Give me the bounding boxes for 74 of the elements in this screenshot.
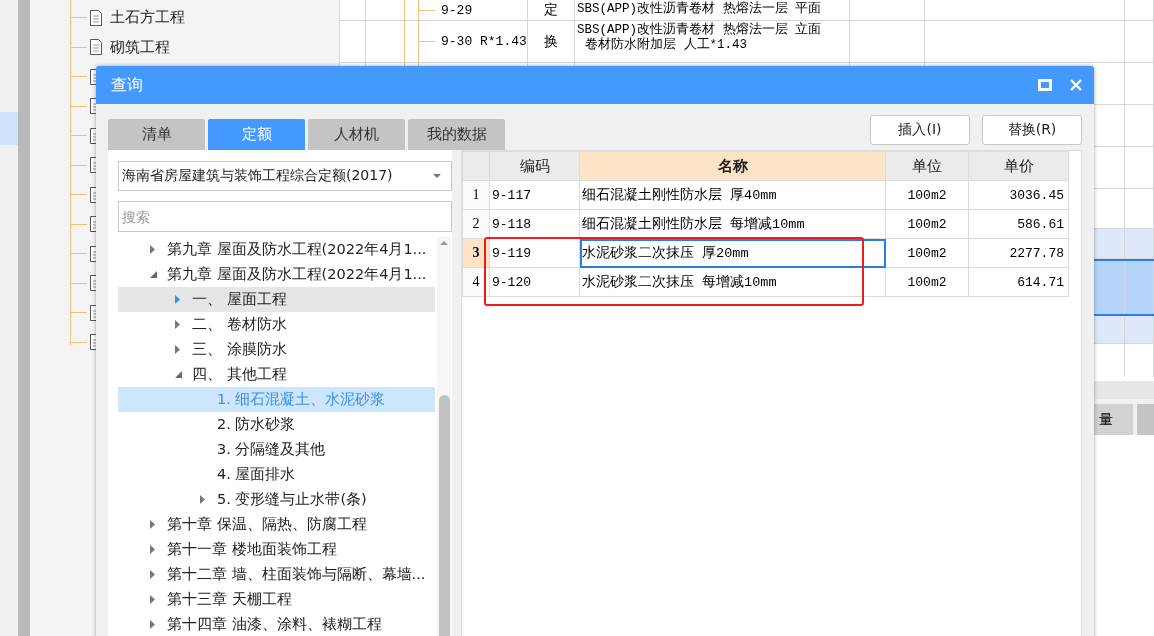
document-icon — [89, 9, 103, 26]
caret-right-icon[interactable] — [150, 545, 155, 554]
table-cell: 定 — [528, 0, 575, 20]
tab[interactable]: 清单 — [108, 119, 205, 150]
dialog-title: 查询 — [111, 74, 144, 96]
tree-item[interactable]: 三、 涂膜防水 — [118, 337, 435, 362]
tree-item[interactable]: 第十一章 楼地面装饰工程 — [118, 537, 435, 562]
document-icon — [89, 39, 103, 56]
tree-item[interactable]: 3. 分隔缝及其他 — [118, 437, 435, 462]
tree-item[interactable]: 四、 其他工程 — [118, 362, 435, 387]
library-dropdown[interactable]: 海南省房屋建筑与装饰工程综合定额(2017) — [118, 161, 452, 191]
caret-right-icon[interactable] — [150, 520, 155, 529]
table-cell: 100m2 — [885, 180, 969, 210]
table-cell: 100m2 — [885, 209, 969, 239]
caret-right-icon[interactable] — [150, 595, 155, 604]
search-field[interactable]: 搜索 — [118, 201, 452, 232]
tree-item[interactable]: 4. 屋面排水 — [118, 462, 435, 487]
table-cell: 100m2 — [885, 267, 969, 297]
tree-item[interactable]: 土石方工程 — [110, 8, 185, 28]
table-cell: 3036.45 — [968, 180, 1069, 210]
table-cell: 9-120 — [489, 267, 580, 297]
tab[interactable]: 人材机 — [308, 119, 405, 150]
caret-down-icon — [433, 174, 441, 178]
tree-item[interactable]: 第九章 屋面及防水工程(2022年4月1... — [118, 262, 435, 287]
caret-down-icon[interactable] — [150, 271, 157, 278]
tree-item[interactable]: 第十二章 墙、柱面装饰与隔断、幕墙... — [118, 562, 435, 587]
table-cell-text: SBS(APP)改性沥青卷材 热熔法一层 立面 — [577, 23, 821, 37]
table-cell: 水泥砂浆二次抹压 厚20mm — [579, 238, 886, 268]
tab[interactable]: 我的数据 — [408, 119, 505, 150]
row-number[interactable]: 2 — [462, 209, 490, 239]
table-cell: 细石混凝土刚性防水层 厚40mm — [579, 180, 886, 210]
caret-right-icon[interactable] — [150, 245, 155, 254]
close-icon[interactable] — [1070, 79, 1082, 91]
scrollbar-thumb[interactable] — [438, 395, 450, 636]
tree-item[interactable]: 二、 卷材防水 — [118, 312, 435, 337]
tree-item[interactable]: 一、 屋面工程 — [118, 287, 435, 312]
tree-item[interactable]: 第十章 保温、隔热、防腐工程 — [118, 512, 435, 537]
caret-down-icon[interactable] — [175, 371, 182, 378]
table-cell: 614.71 — [968, 267, 1069, 297]
tree-item[interactable]: 5. 变形缝与止水带(条) — [118, 487, 435, 512]
maximize-icon[interactable] — [1038, 79, 1052, 91]
caret-right-icon[interactable] — [175, 345, 180, 354]
caret-right-icon[interactable] — [150, 570, 155, 579]
insert-button[interactable]: 插入(I) — [870, 115, 970, 145]
column-header[interactable]: 名称 — [579, 151, 886, 181]
scrollbar[interactable] — [18, 0, 30, 636]
caret-right-icon[interactable] — [175, 320, 180, 329]
caret-right-icon[interactable] — [150, 620, 155, 629]
table-cell: 水泥砂浆二次抹压 每增减10mm — [579, 267, 886, 297]
tree-item[interactable]: 砌筑工程 — [110, 37, 170, 57]
tree-item[interactable]: 第九章 屋面及防水工程(2022年4月1... — [118, 237, 435, 262]
tree-item[interactable]: 第十四章 油漆、涂料、裱糊工程 — [118, 612, 435, 636]
table-cell: 100m2 — [885, 238, 969, 268]
table-cell: 换 — [528, 21, 575, 62]
column-header[interactable]: 单位 — [885, 151, 969, 181]
column-header[interactable]: 单价 — [968, 151, 1069, 181]
column-header[interactable]: 编码 — [489, 151, 580, 181]
caret-right-icon[interactable] — [200, 495, 205, 504]
nav-highlight — [0, 112, 18, 145]
table-cell: 9-30 R*1.43 — [441, 34, 527, 49]
caret-right-icon[interactable] — [175, 295, 180, 304]
table-cell: 细石混凝土刚性防水层 每增减10mm — [579, 209, 886, 239]
replace-button[interactable]: 替换(R) — [982, 115, 1082, 145]
table-cell: 586.61 — [968, 209, 1069, 239]
scrollbar[interactable] — [437, 237, 451, 636]
table-cell: 2277.78 — [968, 238, 1069, 268]
scroll-up-icon[interactable] — [440, 241, 448, 245]
tree-item[interactable]: 第十三章 天棚工程 — [118, 587, 435, 612]
tree-item[interactable]: 2. 防水砂浆 — [118, 412, 435, 437]
row-number[interactable]: 1 — [462, 180, 490, 210]
table-cell-text: SBS(APP)改性沥青卷材 热熔法一层 平面 — [577, 2, 821, 17]
table-cell: 9-117 — [489, 180, 580, 210]
table-cell-text: 卷材防水附加层 人工*1.43 — [584, 38, 747, 53]
table-cell: 9-29 — [441, 2, 473, 18]
